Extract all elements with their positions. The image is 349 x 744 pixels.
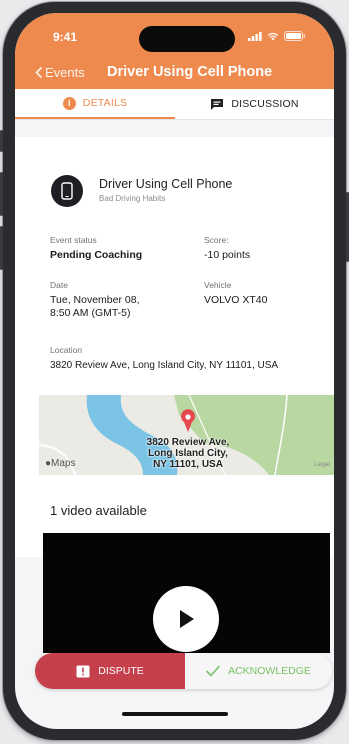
tab-details-label: DETAILS xyxy=(82,97,128,109)
vehicle-value: VOLVO XT40 xyxy=(204,294,268,306)
tab-details[interactable]: i DETAILS xyxy=(15,89,175,119)
chat-icon xyxy=(211,98,224,110)
tab-discussion-label: DISCUSSION xyxy=(231,98,299,110)
nav-bar: Events Driver Using Cell Phone xyxy=(15,57,334,89)
status-label: Event status xyxy=(50,235,97,245)
score-label: Score: xyxy=(204,235,229,245)
video-count: 1 video available xyxy=(50,503,147,518)
maps-logo-text: Maps xyxy=(51,458,76,469)
page-title: Driver Using Cell Phone xyxy=(107,64,273,80)
volume-up-button xyxy=(0,172,3,216)
event-category: Bad Driving Habits xyxy=(99,194,166,203)
acknowledge-button[interactable]: ACKNOWLEDGE xyxy=(185,653,332,689)
mute-switch xyxy=(0,130,3,152)
date-value-line2: 8:50 AM (GMT-5) xyxy=(50,307,131,319)
score-value: -10 points xyxy=(204,249,251,261)
location-label: Location xyxy=(50,345,83,355)
info-icon: i xyxy=(62,96,76,110)
check-icon xyxy=(206,665,220,677)
event-title: Driver Using Cell Phone xyxy=(99,177,233,191)
dispute-button[interactable]: DISPUTE xyxy=(35,653,185,689)
alert-icon xyxy=(76,665,90,677)
play-button[interactable] xyxy=(153,586,219,652)
chevron-left-icon xyxy=(35,67,42,78)
map-address-line2: Long Island City, xyxy=(148,448,228,459)
dynamic-island xyxy=(139,26,235,52)
map-address-label: 3820 Review Ave, Long Island City, NY 11… xyxy=(139,437,237,470)
map-address-line1: 3820 Review Ave, xyxy=(146,437,230,448)
map-address-line3: NY 11101, USA xyxy=(153,459,223,470)
home-indicator[interactable] xyxy=(122,712,228,716)
phone-frame: 9:41 Events Driver Using Cell Phone i DE… xyxy=(0,2,349,740)
acknowledge-label: ACKNOWLEDGE xyxy=(228,665,311,677)
signal-icon xyxy=(248,31,262,41)
event-details-card: Driver Using Cell Phone Bad Driving Habi… xyxy=(15,137,334,557)
battery-icon xyxy=(284,31,306,41)
phone-icon xyxy=(51,175,83,207)
screen: 9:41 Events Driver Using Cell Phone i DE… xyxy=(15,13,334,729)
system-icons xyxy=(248,31,306,41)
back-button[interactable]: Events xyxy=(35,65,85,80)
wifi-icon xyxy=(267,32,279,40)
date-value-line1: Tue, November 08, xyxy=(50,294,140,306)
play-icon xyxy=(180,610,194,628)
dispute-label: DISPUTE xyxy=(98,665,144,677)
tab-bar: i DETAILS DISCUSSION xyxy=(15,89,334,120)
maps-logo: ●Maps xyxy=(45,458,76,469)
map-legal-link[interactable]: Legal xyxy=(314,461,330,468)
volume-down-button xyxy=(0,226,3,270)
back-label: Events xyxy=(45,65,85,80)
status-bar: 9:41 xyxy=(15,13,334,61)
action-bar: DISPUTE ACKNOWLEDGE xyxy=(35,653,332,689)
tab-discussion[interactable]: DISCUSSION xyxy=(175,89,334,119)
vehicle-label: Vehicle xyxy=(204,280,232,290)
location-value: 3820 Review Ave, Long Island City, NY 11… xyxy=(50,360,279,371)
status-value: Pending Coaching xyxy=(50,249,143,261)
date-label: Date xyxy=(50,280,68,290)
map-pin-icon xyxy=(181,409,195,432)
location-map[interactable]: 3820 Review Ave, Long Island City, NY 11… xyxy=(39,395,334,475)
status-time: 9:41 xyxy=(53,30,78,44)
